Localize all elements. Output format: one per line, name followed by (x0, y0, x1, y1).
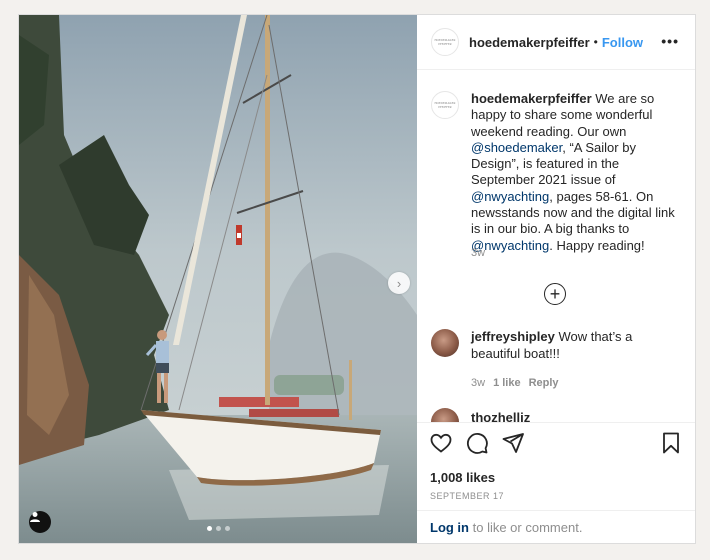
comment-username[interactable]: jeffreyshipley (471, 329, 555, 344)
header-separator: • (593, 35, 598, 49)
caption-username[interactable]: hoedemakerpfeiffer (471, 91, 592, 106)
avatar-logo-text: HOEDEMAKER PFEIFFER (434, 101, 456, 109)
caption-text: hoedemakerpfeiffer We are so happy to sh… (471, 91, 683, 254)
bookmark-icon[interactable] (659, 431, 683, 455)
comment-timestamp: 3w (471, 377, 486, 389)
commenter-avatar[interactable] (431, 329, 459, 357)
caption-timestamp: 3w (471, 247, 486, 259)
carousel-dot (216, 526, 221, 531)
carousel-next-arrow[interactable]: › (388, 272, 410, 294)
post-side-panel: HOEDEMAKER PFEIFFER hoedemakerpfeiffer •… (417, 15, 695, 543)
commenter-avatar[interactable] (431, 408, 459, 422)
follow-button[interactable]: Follow (602, 35, 643, 50)
login-rest: to like or comment. (469, 520, 583, 535)
carousel-dot (207, 526, 212, 531)
user-icon (30, 512, 40, 522)
post-actions (429, 431, 525, 455)
more-options-button[interactable]: ••• (661, 33, 679, 49)
next-comment-partial: thozhelliz (431, 408, 683, 422)
comment-icon[interactable] (465, 431, 489, 455)
mention-link[interactable]: @nwyachting (471, 189, 549, 204)
next-comment-username[interactable]: thozhelliz (471, 410, 530, 422)
tagged-users-button[interactable] (29, 511, 51, 533)
likes-count[interactable]: 1,008 likes (430, 470, 495, 485)
author-avatar[interactable]: HOEDEMAKER PFEIFFER (431, 28, 459, 56)
post-caption: HOEDEMAKER PFEIFFER hoedemakerpfeiffer W… (431, 91, 683, 254)
actions-divider (417, 422, 695, 423)
caption-part: . Happy reading! (549, 237, 645, 253)
plus-circle-icon[interactable]: + (544, 283, 566, 305)
post-date: SEPTEMBER 17 (430, 491, 505, 501)
author-username[interactable]: hoedemakerpfeiffer (469, 35, 590, 50)
share-icon[interactable] (501, 431, 525, 455)
post-card: › HOEDEMAKER PFEIFFER hoedemakerpfeiffer… (18, 14, 696, 544)
login-prompt-text: Log in to like or comment. (430, 520, 582, 535)
post-header: HOEDEMAKER PFEIFFER hoedemakerpfeiffer •… (417, 15, 695, 70)
comment-text: jeffreyshipley Wow that’s a beautiful bo… (471, 329, 683, 362)
avatar-logo-text: HOEDEMAKER PFEIFFER (434, 38, 456, 46)
login-link[interactable]: Log in (430, 520, 469, 535)
comment-meta: 3w 1 like Reply (471, 377, 559, 389)
heart-icon[interactable] (429, 431, 453, 455)
carousel-dots (207, 526, 230, 531)
caption-avatar[interactable]: HOEDEMAKER PFEIFFER (431, 91, 459, 119)
comment-item: jeffreyshipley Wow that’s a beautiful bo… (431, 329, 683, 362)
post-photo[interactable]: › (19, 15, 417, 543)
reply-button[interactable]: Reply (529, 377, 559, 389)
comment-likes-count[interactable]: 1 like (493, 377, 521, 389)
login-prompt: Log in to like or comment. (417, 510, 695, 544)
sailboat-photo (19, 15, 417, 543)
carousel-dot (225, 526, 230, 531)
mention-link[interactable]: @shoedemaker (471, 140, 562, 155)
